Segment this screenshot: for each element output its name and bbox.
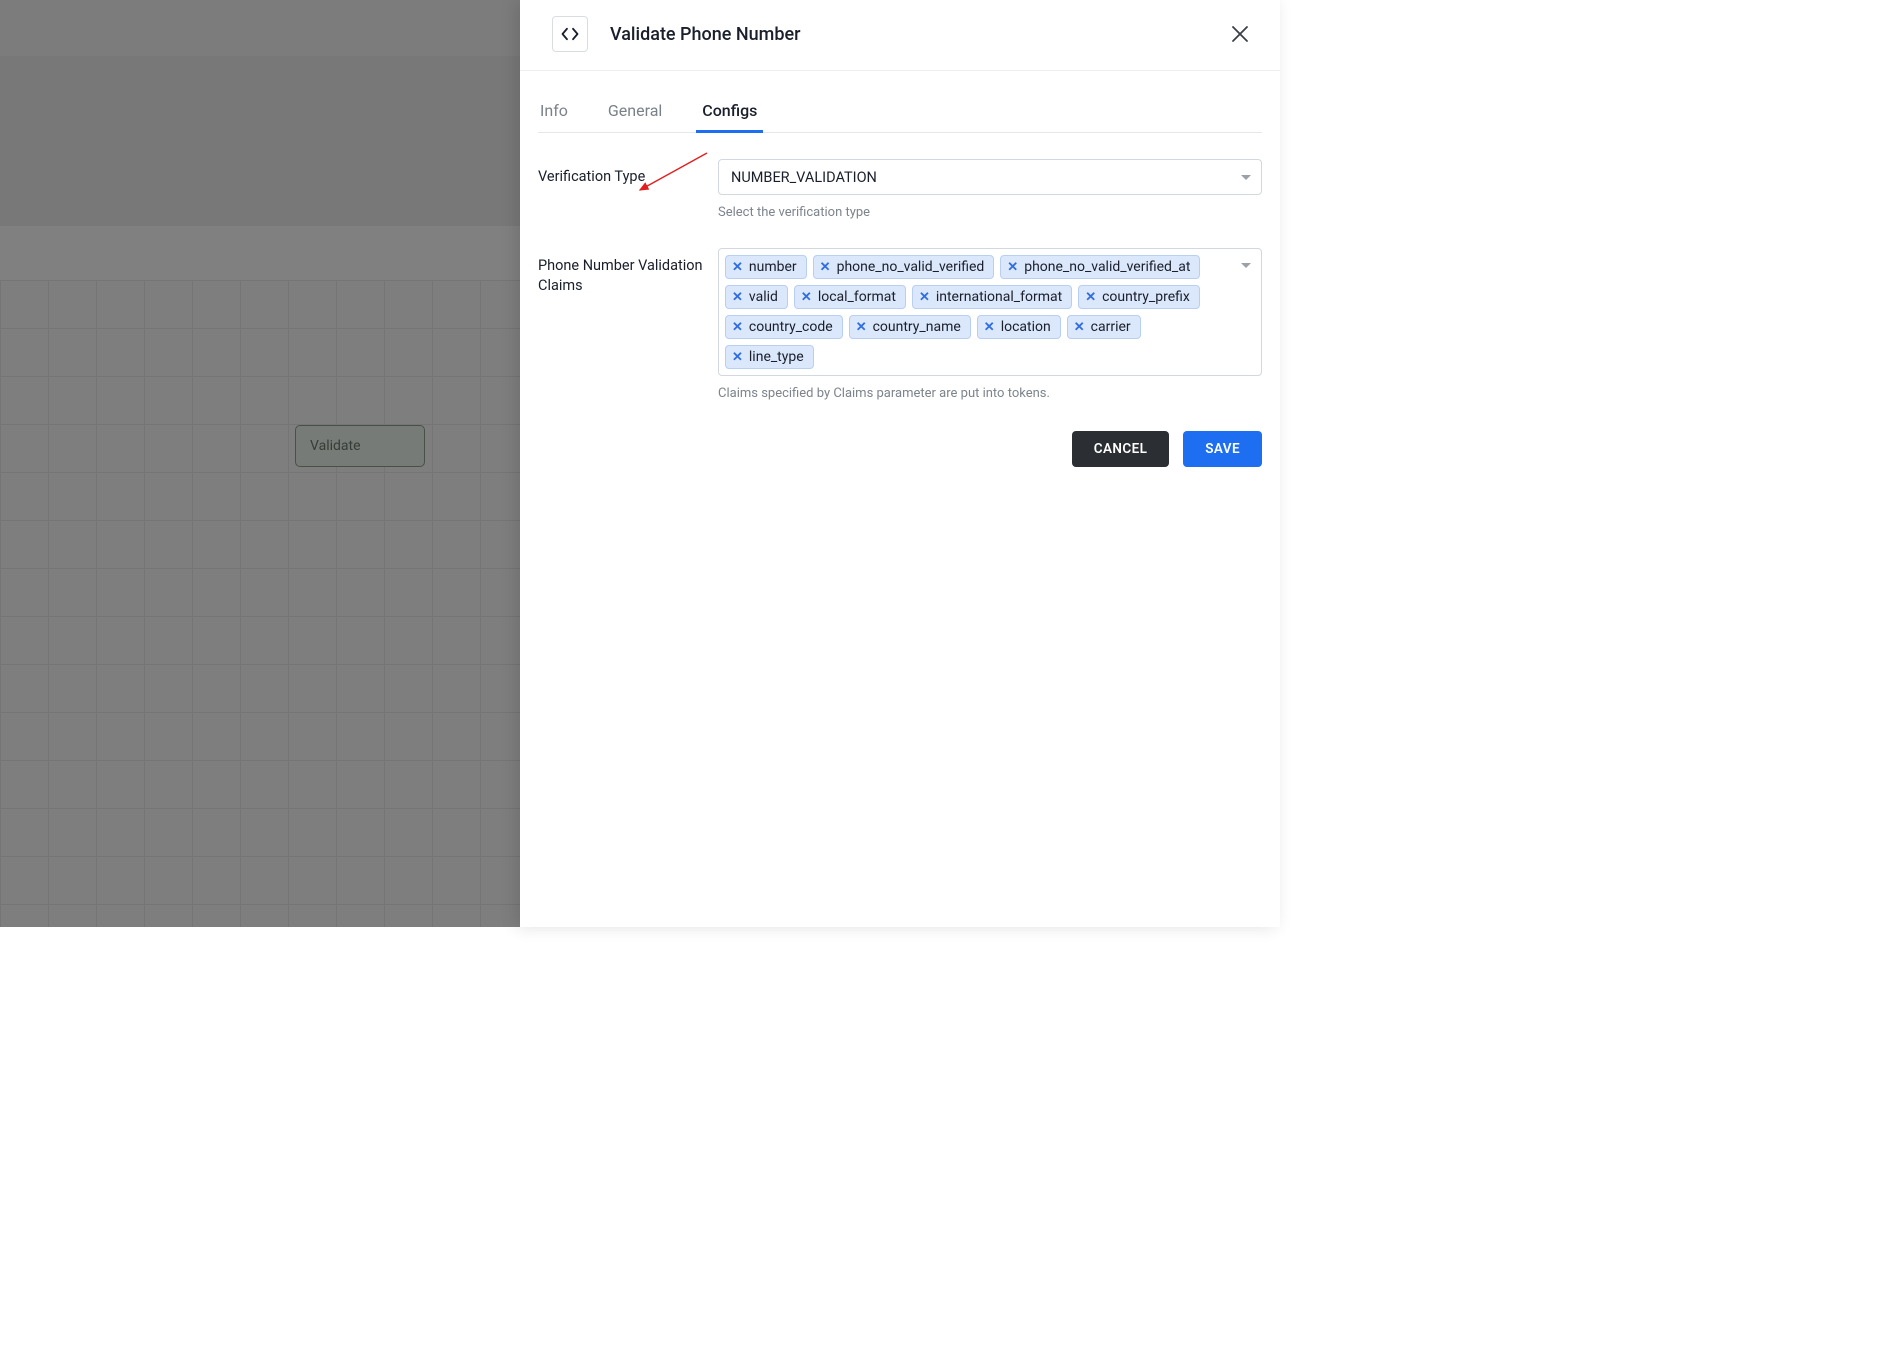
chip-remove-icon[interactable]: ✕ [1074, 321, 1085, 334]
chip-label: international_format [936, 289, 1062, 305]
row-claims: Phone Number Validation Claims ✕ number ✕ p… [538, 248, 1262, 401]
claim-chip[interactable]: ✕ phone_no_valid_verified [813, 255, 995, 279]
chevron-down-icon [1241, 263, 1251, 268]
close-icon [1231, 25, 1249, 43]
helper-claims: Claims specified by Claims parameter are… [718, 386, 1262, 401]
chip-label: local_format [818, 289, 896, 305]
claim-chip[interactable]: ✕ local_format [794, 285, 906, 309]
claim-chip[interactable]: ✕ international_format [912, 285, 1072, 309]
chip-label: valid [749, 289, 778, 305]
helper-verification-type: Select the verification type [718, 205, 1262, 220]
chip-remove-icon[interactable]: ✕ [732, 261, 743, 274]
claim-chip[interactable]: ✕ country_code [725, 315, 843, 339]
chip-remove-icon[interactable]: ✕ [1007, 261, 1018, 274]
chip-container: ✕ number ✕ phone_no_valid_verified ✕ phone_no… [725, 255, 1233, 369]
panel-header: Validate Phone Number [520, 0, 1280, 71]
label-verification-type: Verification Type [538, 159, 718, 187]
multiselect-claims[interactable]: ✕ number ✕ phone_no_valid_verified ✕ phone_no… [718, 248, 1262, 376]
row-verification-type: Verification Type NUMBER_VALIDATION Sele… [538, 159, 1262, 220]
cancel-button[interactable]: CANCEL [1072, 431, 1170, 467]
chip-label: line_type [749, 349, 804, 365]
chip-remove-icon[interactable]: ✕ [732, 291, 743, 304]
panel-body: Info General Configs Verification Type N… [520, 71, 1280, 491]
chip-label: country_prefix [1102, 289, 1190, 305]
side-panel: Validate Phone Number Info General Confi… [520, 0, 1280, 927]
code-icon [552, 16, 588, 52]
chip-label: phone_no_valid_verified [837, 259, 985, 275]
select-verification-type[interactable]: NUMBER_VALIDATION [718, 159, 1262, 195]
chip-remove-icon[interactable]: ✕ [1085, 291, 1096, 304]
claim-chip[interactable]: ✕ number [725, 255, 807, 279]
tab-info[interactable]: Info [538, 95, 570, 132]
chip-label: number [749, 259, 797, 275]
chip-label: carrier [1091, 319, 1131, 335]
chip-remove-icon[interactable]: ✕ [732, 351, 743, 364]
save-button[interactable]: SAVE [1183, 431, 1262, 467]
chip-remove-icon[interactable]: ✕ [732, 321, 743, 334]
tab-general[interactable]: General [606, 95, 664, 132]
claim-chip[interactable]: ✕ location [977, 315, 1061, 339]
chevron-down-icon [1241, 175, 1251, 180]
panel-title: Validate Phone Number [610, 24, 1228, 45]
claim-chip[interactable]: ✕ phone_no_valid_verified_at [1000, 255, 1200, 279]
tab-bar: Info General Configs [538, 95, 1262, 133]
claim-chip[interactable]: ✕ valid [725, 285, 788, 309]
chip-remove-icon[interactable]: ✕ [919, 291, 930, 304]
label-claims: Phone Number Validation Claims [538, 248, 718, 295]
tab-configs[interactable]: Configs [700, 95, 759, 132]
claim-chip[interactable]: ✕ country_prefix [1078, 285, 1200, 309]
chip-remove-icon[interactable]: ✕ [801, 291, 812, 304]
close-button[interactable] [1228, 22, 1252, 46]
chip-remove-icon[interactable]: ✕ [856, 321, 867, 334]
button-row: CANCEL SAVE [538, 431, 1262, 467]
chip-label: phone_no_valid_verified_at [1024, 259, 1190, 275]
select-verification-type-value: NUMBER_VALIDATION [731, 169, 1241, 186]
claim-chip[interactable]: ✕ country_name [849, 315, 971, 339]
chip-label: country_code [749, 319, 833, 335]
claim-chip[interactable]: ✕ line_type [725, 345, 814, 369]
chip-label: location [1001, 319, 1051, 335]
chip-remove-icon[interactable]: ✕ [820, 261, 831, 274]
chip-remove-icon[interactable]: ✕ [984, 321, 995, 334]
claim-chip[interactable]: ✕ carrier [1067, 315, 1141, 339]
chip-label: country_name [873, 319, 961, 335]
